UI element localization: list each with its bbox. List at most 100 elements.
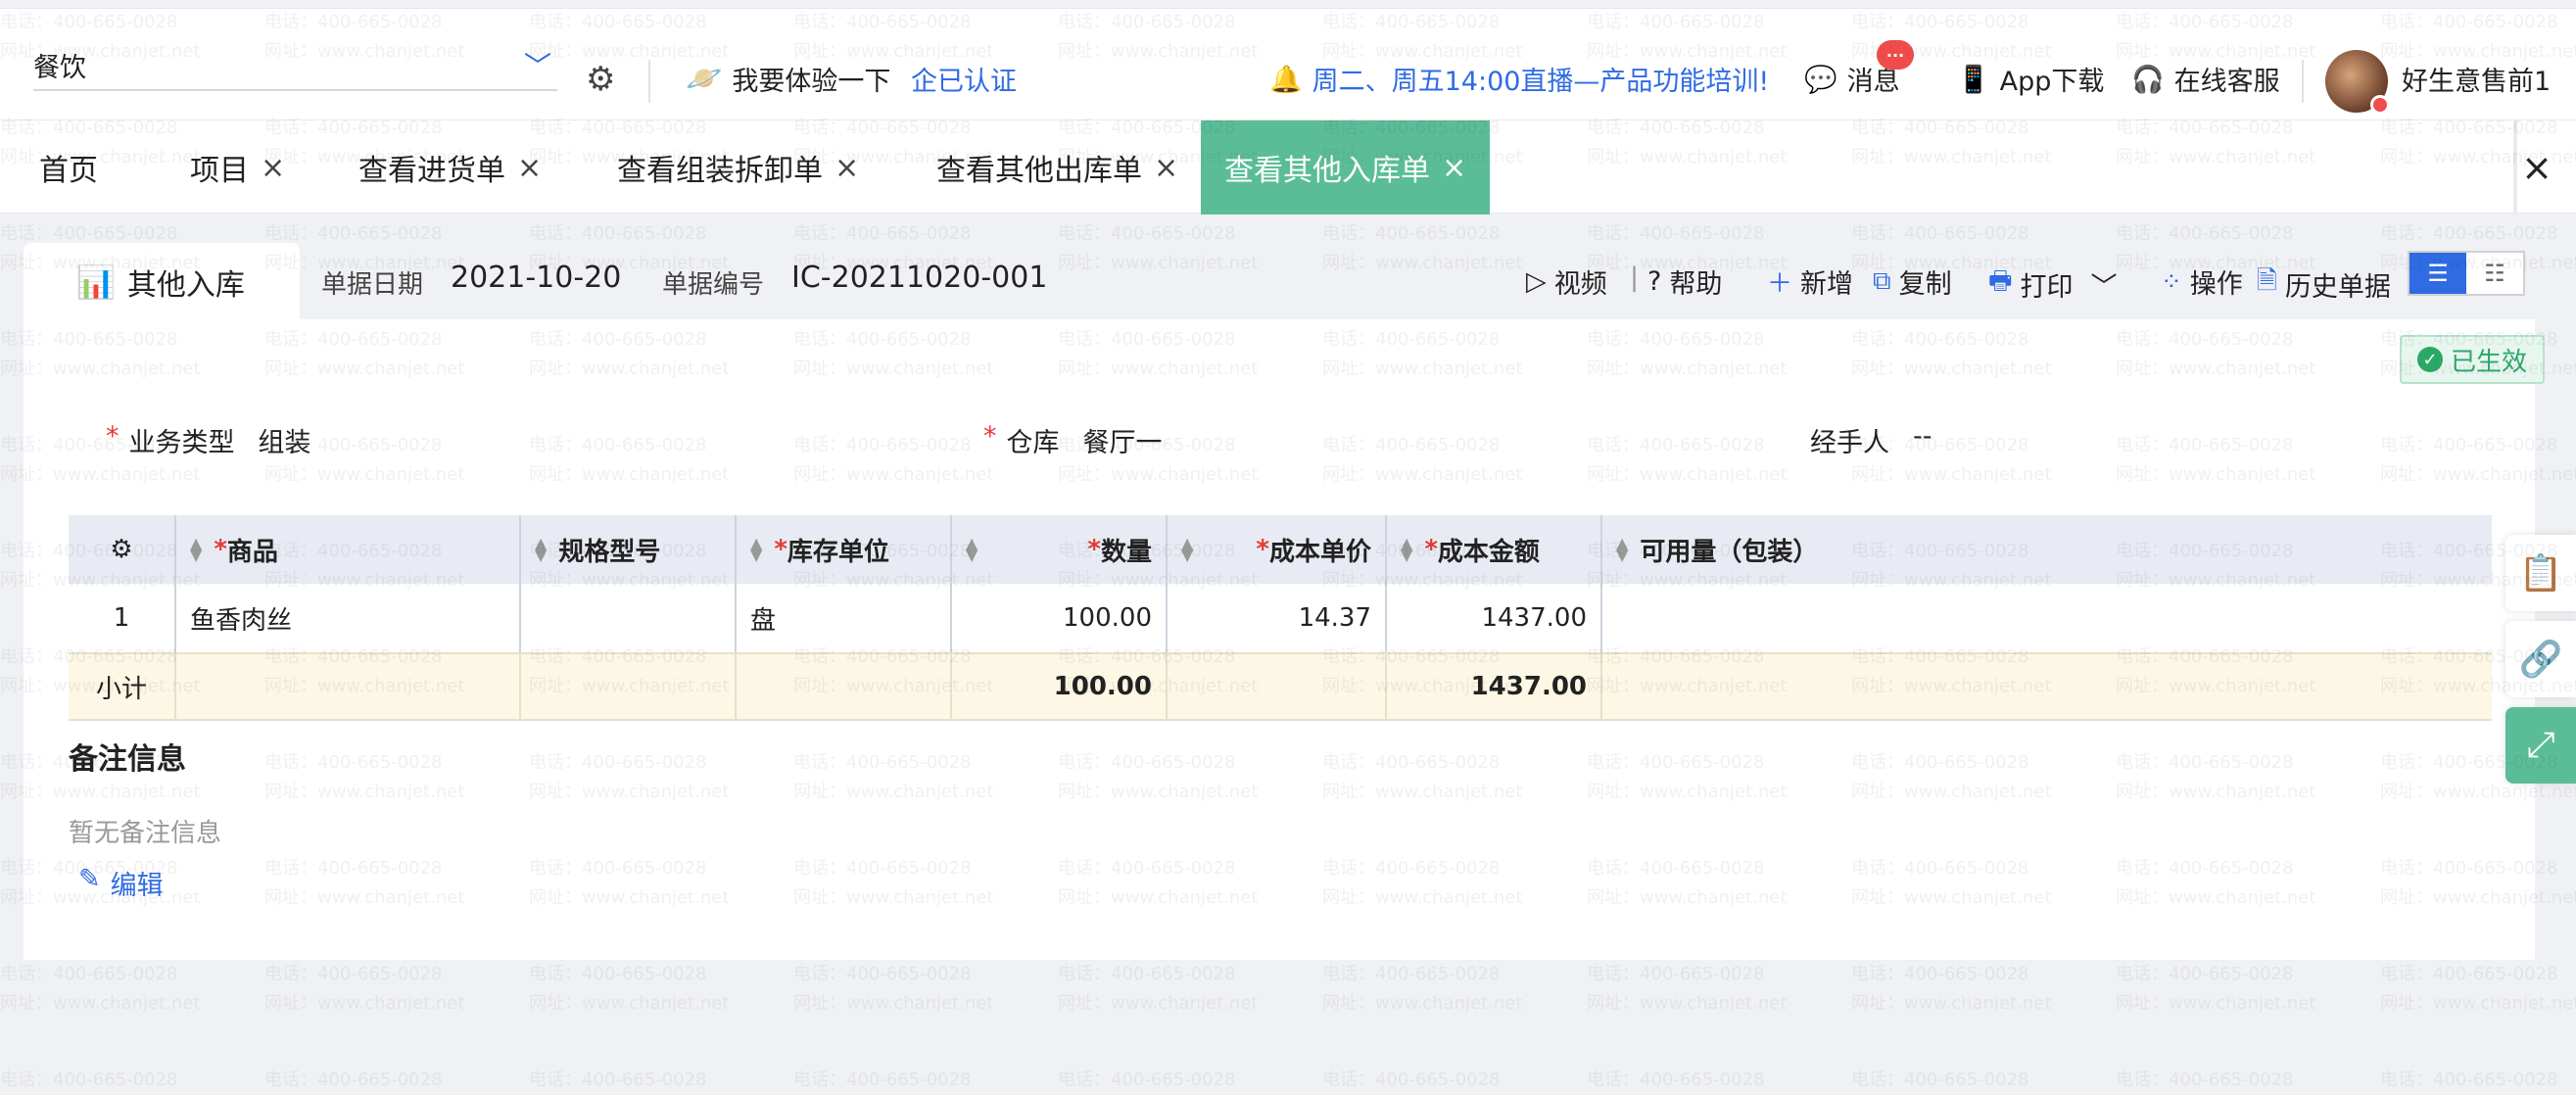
status-badge: ✓ 已生效 — [2400, 335, 2545, 384]
grid-icon: ⁘ — [2161, 266, 2182, 297]
column-settings-gear-icon[interactable]: ⚙ — [69, 515, 176, 584]
chevron-down-icon[interactable]: ﹀ — [2091, 265, 2118, 304]
document-tab[interactable]: 📊 其他入库 — [24, 243, 300, 321]
app-download-button[interactable]: 📱 App下载 — [1957, 60, 2104, 98]
operate-label: 操作 — [2189, 269, 2243, 300]
detail-view-icon[interactable]: ☷ — [2466, 253, 2523, 294]
top-bar: 餐饮 ﹀ ⚙ 🪐 我要体验一下 企已认证 🔔 周二、周五14:00直播—产品功能… — [0, 8, 2576, 119]
settings-gear-icon[interactable]: ⚙ — [586, 60, 615, 99]
planet-icon: 🪐 — [686, 62, 723, 96]
copy-button[interactable]: ⧉ 复制 — [1873, 262, 1952, 301]
history-button[interactable]: 🗎 历史单据 — [2257, 262, 2391, 306]
add-label: 新增 — [1800, 269, 1854, 300]
column-header-spec[interactable]: ▲ ▼ 规格型号 — [521, 515, 737, 584]
operate-button[interactable]: ⁘ 操作 — [2161, 262, 2243, 301]
business-type-label: 业务类型 — [128, 428, 235, 458]
spec-cell[interactable] — [521, 584, 737, 652]
help-button[interactable]: ? 帮助 — [1647, 262, 1722, 301]
notes-empty-text: 暂无备注信息 — [69, 819, 222, 848]
app-download-label: App下载 — [1999, 67, 2105, 97]
close-all-tabs-icon[interactable]: × — [2521, 146, 2552, 189]
history-label: 历史单据 — [2284, 271, 2391, 303]
column-label: 规格型号 — [558, 537, 661, 567]
subtotal-cell — [737, 654, 952, 719]
column-header-unit-cost[interactable]: ▲ ▼ * 成本单价 — [1168, 515, 1387, 584]
sort-icon: ▲ ▼ — [1401, 534, 1413, 564]
unit-cell[interactable]: 盘 — [737, 584, 952, 652]
handler-value: -- — [1913, 421, 1932, 452]
video-button[interactable]: ▷ 视频 — [1526, 262, 1607, 301]
product-cell[interactable]: 鱼香肉丝 — [176, 584, 521, 652]
column-header-available[interactable]: ▲ ▼ 可用量（包装） — [1602, 515, 2492, 584]
qty-cell[interactable]: 100.00 — [952, 584, 1168, 652]
tab-divider — [2513, 120, 2517, 214]
table-row[interactable]: 1 鱼香肉丝 盘 100.00 14.37 1437.00 — [69, 584, 2492, 652]
help-icon: ? — [1647, 266, 1662, 297]
sort-icon: ▲ ▼ — [1616, 534, 1629, 564]
items-table: ⚙ ▲▼ * 商品 ▲▼ 规格型号 ▲▼ * 库存单位 ▲▼ * 数量 — [69, 515, 2492, 721]
warehouse-label: 仓库 — [1006, 428, 1060, 458]
amount-cell[interactable]: 1437.00 — [1387, 584, 1602, 652]
list-view-icon[interactable]: ☰ — [2409, 253, 2466, 294]
user-name[interactable]: 好生意售前1 — [2402, 60, 2551, 98]
edit-notes-button[interactable]: ✎ 编辑 — [78, 864, 164, 902]
close-icon[interactable]: × — [517, 151, 542, 185]
tab-view-purchase[interactable]: 查看进货单 × — [358, 120, 542, 214]
close-icon[interactable]: × — [1154, 151, 1178, 185]
tab-label: 查看其他入库单 — [1224, 154, 1430, 188]
document-date: 2021-10-20 — [451, 261, 622, 295]
live-notice-link[interactable]: 🔔 周二、周五14:00直播—产品功能培训! — [1269, 60, 1769, 98]
chevron-down-icon: ﹀ — [523, 50, 551, 82]
column-header-unit[interactable]: ▲ ▼ * 库存单位 — [737, 515, 952, 584]
close-icon[interactable]: × — [1442, 151, 1466, 185]
company-selector[interactable]: 餐饮 ﹀ — [33, 40, 557, 91]
subtotal-row: 小计 100.00 1437.00 — [69, 652, 2492, 721]
add-button[interactable]: ＋ 新增 — [1767, 262, 1853, 301]
document-number: IC-20211020-001 — [791, 261, 1048, 295]
subtotal-cell — [176, 654, 521, 719]
tab-label: 项目 — [190, 154, 249, 188]
subtotal-label: 小计 — [69, 654, 176, 719]
copy-icon: ⧉ — [1873, 266, 1891, 296]
divider: | — [1630, 262, 1640, 293]
support-button[interactable]: 🎧 在线客服 — [2131, 60, 2280, 98]
tab-bar: 首页 项目 × 查看进货单 × 查看组装拆卸单 × 查看其他出库单 × 查看其他… — [0, 119, 2576, 214]
column-header-qty[interactable]: ▲ ▼ * 数量 — [952, 515, 1168, 584]
tab-view-other-inbound[interactable]: 查看其他入库单 × — [1201, 120, 1491, 214]
sort-icon: ▲ ▼ — [966, 534, 978, 564]
warehouse-field[interactable]: * 仓库 餐厅一 — [983, 421, 1163, 459]
close-icon[interactable]: × — [261, 151, 285, 185]
attachment-icon[interactable]: 🔗 — [2505, 621, 2576, 697]
experience-link[interactable]: 🪐 我要体验一下 — [686, 60, 890, 98]
verified-badge[interactable]: 企已认证 — [911, 60, 1017, 98]
handler-field[interactable]: 经手人 -- — [1810, 421, 1932, 459]
column-header-amount[interactable]: ▲ ▼ * 成本金额 — [1387, 515, 1602, 584]
clipboard-icon[interactable]: 📋 — [2505, 535, 2576, 611]
tab-label: 首页 — [39, 154, 98, 188]
unit-cost-cell[interactable]: 14.37 — [1168, 584, 1387, 652]
column-header-product[interactable]: ▲ ▼ * 商品 — [176, 515, 521, 584]
available-cell — [1602, 584, 2492, 652]
expand-icon[interactable]: ⤢ — [2505, 707, 2576, 784]
verified-label: 企已认证 — [911, 67, 1017, 97]
headset-icon: 🎧 — [2131, 64, 2165, 95]
business-type-value: 组装 — [258, 428, 311, 458]
business-type-field[interactable]: * 业务类型 组装 — [106, 421, 311, 459]
close-icon[interactable]: × — [835, 151, 859, 185]
printer-icon: 🖶 — [1988, 266, 2013, 296]
required-mark: * — [1256, 535, 1269, 564]
subtotal-amount: 1437.00 — [1387, 654, 1602, 719]
tab-view-other-outbound[interactable]: 查看其他出库单 × — [936, 120, 1178, 214]
company-name: 餐饮 — [33, 52, 86, 83]
print-button[interactable]: 🖶 打印 ﹀ — [1988, 262, 2118, 306]
inbound-chart-icon: 📊 — [76, 263, 116, 301]
experience-label: 我要体验一下 — [732, 67, 891, 97]
tab-view-assembly[interactable]: 查看组装拆卸单 × — [617, 120, 859, 214]
sort-icon: ▲ ▼ — [190, 534, 203, 564]
avatar-status-dot — [2370, 95, 2390, 115]
subtotal-cell — [1602, 654, 2492, 719]
subtotal-cell — [521, 654, 737, 719]
tab-project[interactable]: 项目 × — [190, 120, 285, 214]
support-label: 在线客服 — [2173, 67, 2280, 97]
tab-home[interactable]: 首页 — [39, 120, 98, 214]
